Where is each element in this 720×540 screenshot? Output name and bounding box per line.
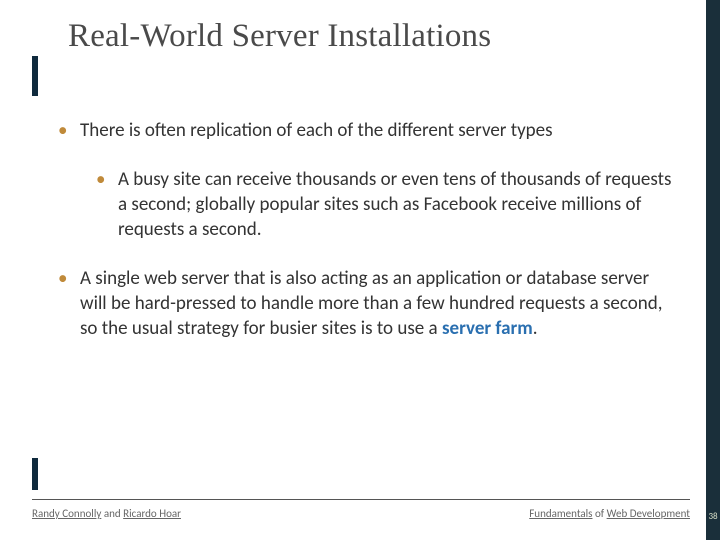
bullet-text-pre: A single web server that is also acting … (80, 267, 662, 340)
bullet-text: A busy site can receive thousands or eve… (118, 167, 680, 242)
term-server-farm: server farm (442, 317, 533, 340)
author-2: Ricardo Hoar (123, 507, 181, 520)
bullet-level2: • A busy site can receive thousands or e… (58, 167, 680, 242)
footer-book: Fundamentals of Web Development (529, 507, 690, 520)
book-part-1: Fundamentals (529, 507, 592, 520)
bullet-icon: • (96, 167, 118, 242)
accent-bar-top (32, 56, 38, 96)
bullet-text-post: . (533, 317, 538, 340)
book-part-2: Web Development (607, 507, 690, 520)
bullet-text: There is often replication of each of th… (80, 118, 680, 143)
slide: Real-World Server Installations • There … (0, 0, 720, 540)
footer-divider (32, 499, 690, 500)
bullet-icon: • (58, 118, 80, 143)
bullet-level1: • There is often replication of each of … (58, 118, 680, 143)
book-joiner: of (592, 507, 606, 520)
bullet-icon: • (58, 266, 80, 341)
author-joiner: and (101, 507, 123, 520)
page-number-strip: 38 (706, 0, 720, 540)
content-area: • There is often replication of each of … (58, 118, 680, 355)
footer-authors: Randy Connolly and Ricardo Hoar (32, 507, 181, 520)
slide-title: Real-World Server Installations (0, 0, 720, 55)
bullet-text: A single web server that is also acting … (80, 266, 680, 341)
author-1: Randy Connolly (32, 507, 101, 520)
page-number: 38 (708, 511, 717, 522)
bullet-level1: • A single web server that is also actin… (58, 266, 680, 341)
accent-bar-bottom (32, 458, 38, 490)
